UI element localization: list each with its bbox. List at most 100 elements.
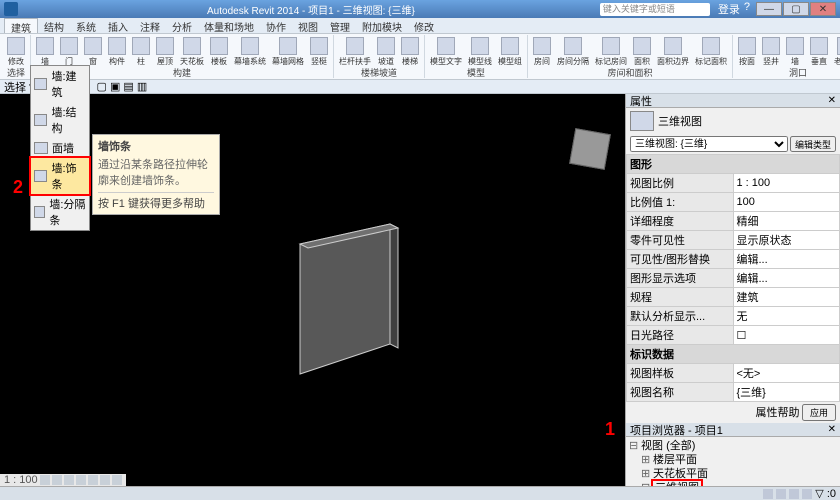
browser-header[interactable]: 项目浏览器 - 项目1 ✕ [626, 423, 840, 437]
ribbon-tab[interactable]: 注释 [134, 18, 166, 33]
ribbon-tool[interactable]: 标记面积 [692, 35, 730, 68]
ribbon-tool[interactable]: 柱 [129, 35, 153, 68]
viewbar-icon[interactable] [88, 475, 98, 485]
property-row[interactable]: 详细程度精细 [627, 212, 840, 231]
wall-3d-geometry[interactable] [280, 214, 430, 384]
dropdown-item[interactable]: 墙:建筑 [31, 66, 89, 102]
browser-tree[interactable]: ⊟ 视图 (全部)⊞ 楼层平面⊞ 天花板平面⊟ 三维视图 {三维}⊞ 立面 (建… [626, 437, 840, 486]
dropdown-item[interactable]: 墙:分隔条 [31, 194, 89, 230]
ribbon-tool[interactable]: 屋顶 [153, 35, 177, 68]
viewbar-icon[interactable] [112, 475, 122, 485]
status-icon[interactable] [802, 489, 812, 499]
ribbon-tabs: 建筑结构系统插入注释分析体量和场地协作视图管理附加模块修改 [0, 18, 840, 34]
ribbon-tool[interactable]: 修改 [4, 35, 28, 68]
ribbon-tab[interactable]: 管理 [324, 18, 356, 33]
edit-type-button[interactable]: 编辑类型 [790, 136, 836, 152]
help-icon[interactable]: ? [744, 1, 750, 17]
dropdown-item[interactable]: 面墙 [31, 138, 89, 158]
close-icon[interactable]: ✕ [828, 424, 836, 435]
ribbon-tool[interactable]: 幕墙网格 [269, 35, 307, 68]
property-row[interactable]: 零件可见性显示原状态 [627, 231, 840, 250]
close-button[interactable]: ✕ [810, 2, 836, 16]
viewbar-icon[interactable] [64, 475, 74, 485]
properties-grid[interactable]: 图形视图比例1 : 100比例值 1:100详细程度精细零件可见性显示原状态可见… [626, 154, 840, 402]
wall-dropdown: 墙:建筑墙:结构面墙墙:饰条墙:分隔条 [30, 65, 90, 231]
status-icon[interactable] [763, 489, 773, 499]
ribbon-tab[interactable]: 结构 [38, 18, 70, 33]
viewbar-icon[interactable] [76, 475, 86, 485]
property-row[interactable]: 规程建筑 [627, 288, 840, 307]
ribbon-tool[interactable]: 竖梃 [307, 35, 331, 68]
dropdown-item[interactable]: 墙:结构 [31, 102, 89, 138]
property-row[interactable]: 视图比例1 : 100 [627, 174, 840, 193]
close-icon[interactable]: ✕ [828, 95, 836, 106]
ribbon-group-label: 洞口 [735, 68, 840, 78]
property-row[interactable]: 比例值 1:100 [627, 193, 840, 212]
ribbon-tab[interactable]: 修改 [408, 18, 440, 33]
tree-node[interactable]: ⊟ 视图 (全部) [629, 439, 837, 453]
props-help-link[interactable]: 属性帮助 [755, 407, 799, 419]
property-row[interactable]: 视图名称{三维} [627, 383, 840, 402]
ribbon-tool[interactable]: 面积 [630, 35, 654, 68]
login-link[interactable]: 登录 [718, 1, 740, 17]
viewbar-icon[interactable] [100, 475, 110, 485]
maximize-button[interactable]: ▢ [783, 2, 809, 16]
ribbon-tool[interactable]: 栏杆扶手 [336, 35, 374, 68]
ribbon-tool[interactable]: 房间 [530, 35, 554, 68]
view-control-bar: 1 : 100 [0, 474, 126, 486]
viewbar-icon[interactable] [52, 475, 62, 485]
viewport-3d[interactable]: 墙:建筑墙:结构面墙墙:饰条墙:分隔条 墙饰条 通过沿某条路径拉伸轮廓来创建墙饰… [0, 94, 625, 486]
view-cube[interactable] [565, 124, 615, 174]
ribbon-group-label: 房间和面积 [530, 68, 730, 78]
viewbar-icon[interactable] [40, 475, 50, 485]
status-icon[interactable] [776, 489, 786, 499]
ribbon-tool[interactable]: 模型文字 [427, 35, 465, 68]
ribbon-tab[interactable]: 附加模块 [356, 18, 408, 33]
property-row[interactable]: 日光路径☐ [627, 326, 840, 345]
ribbon-tool[interactable]: 墙 [33, 35, 57, 68]
ribbon-tab[interactable]: 建筑 [4, 18, 38, 33]
ribbon-tool[interactable]: 构件 [105, 35, 129, 68]
ribbon-tool[interactable]: 楼板 [207, 35, 231, 68]
property-row[interactable]: 图形显示选项编辑... [627, 269, 840, 288]
property-row[interactable]: 标识数据 [627, 345, 840, 364]
apply-button[interactable]: 应用 [802, 404, 836, 421]
ribbon-tool[interactable]: 模型组 [495, 35, 525, 68]
dropdown-item[interactable]: 墙:饰条 [29, 156, 91, 196]
ribbon-tab[interactable]: 系统 [70, 18, 102, 33]
ribbon-tool[interactable]: 楼梯 [398, 35, 422, 68]
property-row[interactable]: 默认分析显示...无 [627, 307, 840, 326]
ribbon-tool[interactable]: 按面 [735, 35, 759, 68]
ribbon-tab[interactable]: 协作 [260, 18, 292, 33]
ribbon-tool[interactable]: 幕墙系统 [231, 35, 269, 68]
tree-node[interactable]: ⊞ 楼层平面 [629, 453, 837, 467]
scale-display[interactable]: 1 : 100 [4, 474, 38, 486]
ribbon-tab[interactable]: 视图 [292, 18, 324, 33]
ribbon-tool[interactable]: 面积边界 [654, 35, 692, 68]
ribbon-tool[interactable]: 房间分隔 [554, 35, 592, 68]
ribbon-tool[interactable]: 墙 [783, 35, 807, 68]
ribbon-tab[interactable]: 体量和场地 [198, 18, 260, 33]
ribbon-tool[interactable]: 垂直 [807, 35, 831, 68]
ribbon-tool[interactable]: 窗 [81, 35, 105, 68]
property-row[interactable]: 图形 [627, 155, 840, 174]
ribbon-tool[interactable]: 竖井 [759, 35, 783, 68]
ribbon-tool[interactable]: 模型线 [465, 35, 495, 68]
properties-header[interactable]: 属性 ✕ [626, 94, 840, 108]
ribbon-tab[interactable]: 分析 [166, 18, 198, 33]
filter-label[interactable]: ▽ :0 [815, 487, 836, 500]
app-icon[interactable] [4, 2, 18, 16]
ribbon-tab[interactable]: 插入 [102, 18, 134, 33]
ribbon-tool[interactable]: 老虎窗 [831, 35, 840, 68]
property-row[interactable]: 可见性/图形替换编辑... [627, 250, 840, 269]
search-input[interactable]: 键入关键字或短语 [600, 3, 710, 16]
property-row[interactable]: 视图样板<无> [627, 364, 840, 383]
minimize-button[interactable]: — [756, 2, 782, 16]
ribbon-tool[interactable]: 天花板 [177, 35, 207, 68]
instance-selector[interactable]: 三维视图: {三维} [630, 136, 788, 152]
ribbon-tool[interactable]: 坡道 [374, 35, 398, 68]
ribbon-tool[interactable]: 标记房间 [592, 35, 630, 68]
status-icon[interactable] [789, 489, 799, 499]
tooltip: 墙饰条 通过沿某条路径拉伸轮廓来创建墙饰条。 按 F1 键获得更多帮助 [92, 134, 220, 215]
ribbon-tool[interactable]: 门 [57, 35, 81, 68]
